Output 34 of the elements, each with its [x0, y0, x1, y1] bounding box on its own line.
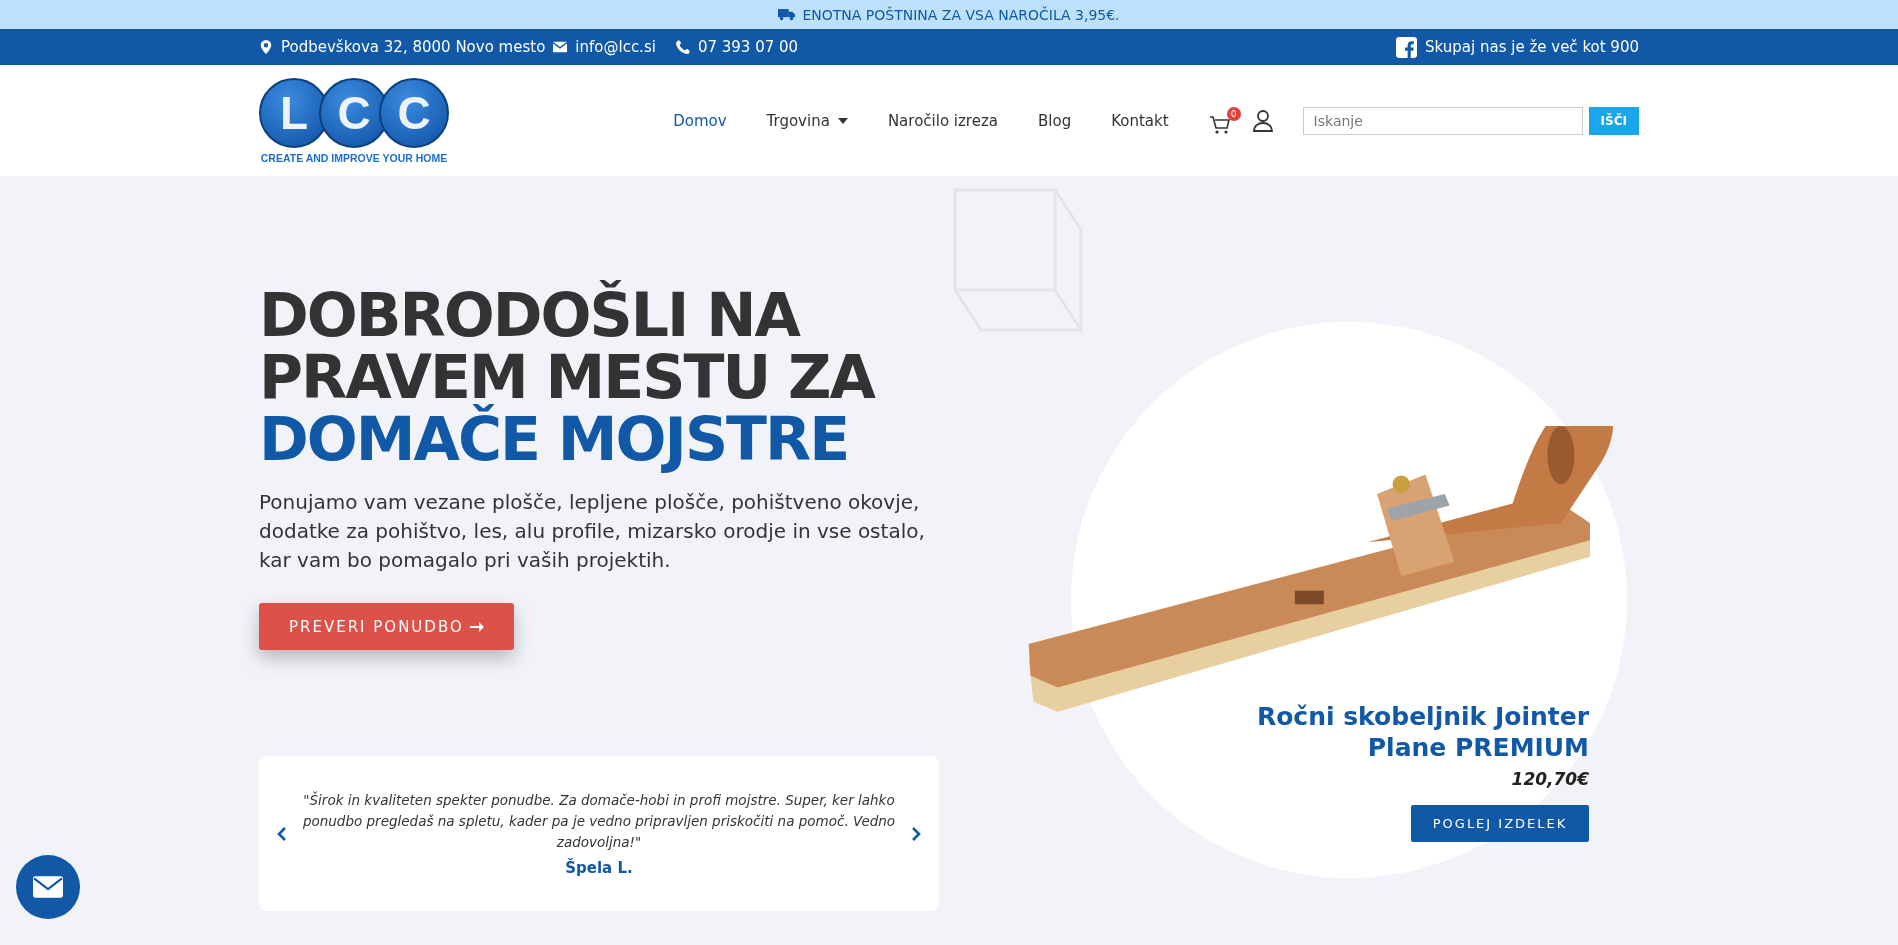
logo-letter: C — [379, 77, 449, 148]
testimonial-author: Špela L. — [565, 859, 633, 877]
view-product-button[interactable]: POGLEJ IZDELEK — [1411, 805, 1589, 842]
nav-link[interactable]: Trgovina — [766, 111, 848, 130]
truck-icon — [778, 8, 797, 21]
arrow-right-icon — [469, 620, 484, 633]
email-link[interactable]: info@lcc.si — [575, 38, 656, 56]
user-icon[interactable] — [1252, 109, 1273, 132]
product-title[interactable]: Ročni skobeljnik Jointer Plane PREMIUM — [1189, 701, 1589, 763]
product-price: 120,70€ — [1511, 769, 1589, 789]
envelope-icon — [553, 40, 568, 54]
facebook-icon[interactable] — [1396, 36, 1418, 58]
cart-icon — [1208, 114, 1231, 135]
address-text: Podbevškova 32, 8000 Novo mesto — [281, 38, 546, 56]
testimonial-quote: "Širok in kvaliteten spekter ponudbe. Za domače-hobi in profi mojstre. Super, ker lahko ponudbo pregledaš na spletu, kader pa je vedno pripravljen priskočiti na pomoč. Vedno zadovoljna!" — [301, 790, 897, 852]
offer-button[interactable]: PREVERI PONUDBO — [259, 603, 514, 650]
social-text: Skupaj nas je že več kot 900 — [1425, 38, 1639, 56]
logo-tagline: CREATE AND IMPROVE YOUR HOME — [260, 151, 448, 164]
phone-icon — [675, 40, 690, 54]
nav-link[interactable]: Kontakt — [1111, 111, 1169, 130]
nav-link[interactable]: Naročilo izreza — [887, 111, 998, 130]
cart-button[interactable]: 0 — [1208, 106, 1241, 135]
search-field[interactable]: Iskanje — [1302, 106, 1583, 135]
map-pin-icon — [259, 40, 273, 54]
nav-link[interactable]: Blog — [1038, 111, 1072, 130]
announcement-text: ENOTNA POŠTNINA ZA VSA NAROČILA 3,95€. — [802, 6, 1120, 23]
chevron-right-icon[interactable] — [911, 825, 921, 842]
chevron-left-icon[interactable] — [277, 825, 287, 842]
phone-link[interactable]: 07 393 07 00 — [697, 38, 799, 56]
logo[interactable]: L C C CREATE AND IMPROVE YOUR HOME — [259, 77, 449, 164]
hero-description: Ponujamo vam vezane plošče, lepljene plošče, pohištveno okovje, dodatke za pohištvo, les, alu profile, mizarsko orodje in vse ostalo, kar vam bo pomagalo pri vaših projektih. — [259, 489, 926, 574]
nav-link[interactable]: Domov — [673, 111, 727, 130]
cart-count-badge: 0 — [1226, 106, 1241, 121]
envelope-icon — [33, 876, 63, 898]
